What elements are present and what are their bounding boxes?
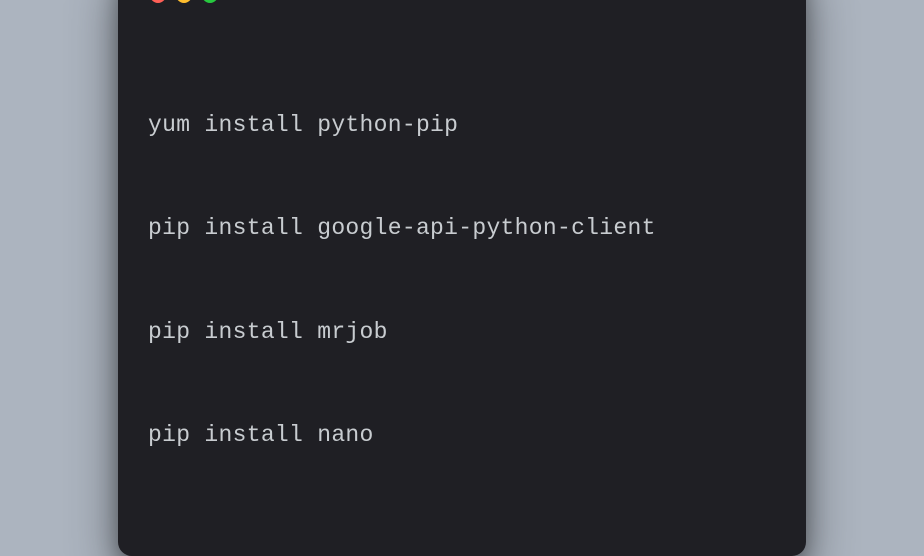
window-title-bar — [148, 0, 776, 3]
terminal-line: pip install google-api-python-client — [148, 211, 776, 246]
terminal-line: pip install mrjob — [148, 315, 776, 350]
maximize-icon[interactable] — [202, 0, 218, 3]
close-icon[interactable] — [150, 0, 166, 3]
minimize-icon[interactable] — [176, 0, 192, 3]
terminal-line: pip install nano — [148, 418, 776, 453]
terminal-line: yum install python-pip — [148, 108, 776, 143]
terminal-content: yum install python-pip pip install googl… — [148, 39, 776, 522]
terminal-window: yum install python-pip pip install googl… — [118, 0, 806, 556]
